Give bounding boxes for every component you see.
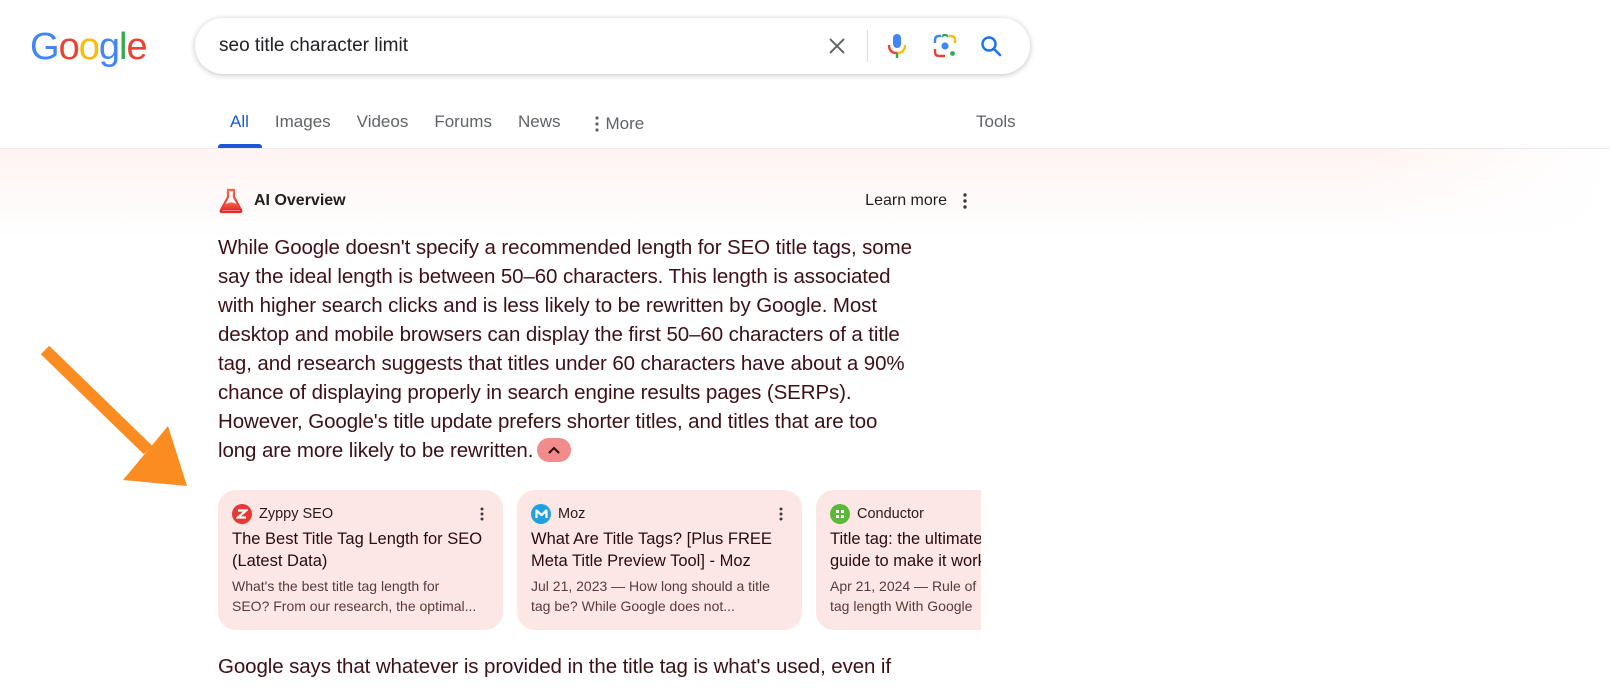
source-snippet: What's the best title tag length for SEO?… (232, 578, 477, 614)
source-card[interactable]: Conductor Title tag: the ultimate guide t… (816, 490, 981, 630)
ai-overview-continued-text: Google says that whatever is provided in… (218, 655, 891, 678)
ai-overview-line: tag, and research suggests that titles u… (218, 352, 905, 375)
source-title: Title tag: the ultimate guide to make it … (830, 530, 981, 570)
ai-overview-line: While Google doesn't specify a recommend… (218, 236, 912, 259)
more-vert-icon (595, 116, 600, 132)
ai-overview-line: long are more likely to be rewritten. (218, 439, 534, 462)
ai-overview-line: with higher search clicks and is less li… (218, 294, 877, 317)
logo-letter: g (98, 26, 120, 68)
search-tabs: All Images Videos Forums News More (218, 100, 657, 148)
learn-more-link[interactable]: Learn more (865, 192, 947, 210)
search-icon[interactable] (977, 32, 1005, 60)
source-title: What Are Title Tags? [Plus FREE Meta Titl… (531, 530, 772, 570)
ai-overview-line: chance of displaying properly in search … (218, 381, 852, 404)
source-site-name: Moz (558, 506, 586, 522)
source-site-name: Conductor (857, 506, 924, 522)
ai-overview-line: say the ideal length is between 50–60 ch… (218, 265, 891, 288)
logo-letter: o (78, 26, 100, 68)
tab-images[interactable]: Images (262, 100, 344, 148)
tools-button[interactable]: Tools (976, 100, 1016, 144)
tab-forums[interactable]: Forums (421, 100, 505, 148)
annotation-arrow-icon (40, 345, 187, 486)
flask-icon (219, 188, 243, 214)
tab-all[interactable]: All (218, 100, 262, 148)
google-lens-icon[interactable] (931, 32, 959, 60)
ai-overview-header: AI Overview Learn more (218, 186, 983, 216)
clear-icon[interactable] (823, 32, 851, 60)
source-title: The Best Title Tag Length for SEO (Latest… (232, 530, 483, 570)
source-card[interactable]: Zyppy SEO The Best Title Tag Length for … (218, 490, 503, 630)
card-menu-icon[interactable] (776, 504, 786, 524)
collapse-button[interactable] (537, 437, 572, 462)
source-cards-carousel: Zyppy SEO The Best Title Tag Length for … (218, 490, 981, 630)
logo-letter: e (126, 26, 147, 68)
ai-overview-title: AI Overview (254, 192, 346, 209)
conductor-favicon-icon (830, 504, 850, 524)
source-site-name: Zyppy SEO (259, 506, 334, 522)
google-search-results-page: Google seo title character limit All Ima… (0, 0, 1610, 700)
source-snippet: Apr 21, 2024 — Rule of tag length With Go… (830, 578, 977, 614)
zyppy-favicon-icon (232, 504, 252, 524)
logo-letter: G (30, 26, 60, 68)
moz-favicon-icon (531, 504, 551, 524)
chevron-up-icon (548, 446, 560, 454)
google-logo[interactable]: Google (30, 26, 148, 69)
logo-letter: l (118, 26, 128, 68)
search-input[interactable] (219, 18, 809, 74)
search-box (195, 18, 1030, 74)
tab-videos[interactable]: Videos (344, 100, 422, 148)
source-snippet: Jul 21, 2023 — How long should a title ta… (531, 578, 770, 614)
microphone-icon[interactable] (883, 32, 911, 60)
tab-news[interactable]: News (505, 100, 574, 148)
ai-overview-text: While Google doesn't specify a recommend… (218, 233, 988, 465)
search-box-divider (867, 30, 868, 62)
ai-overview-line-last: long are more likely to be rewritten. (218, 436, 988, 465)
card-menu-icon[interactable] (477, 504, 487, 524)
ai-overview-line: desktop and mobile browsers can display … (218, 323, 900, 346)
logo-letter: o (58, 26, 80, 68)
tab-more[interactable]: More (573, 100, 657, 148)
source-card[interactable]: Moz What Are Title Tags? [Plus FREE Meta … (517, 490, 802, 630)
ai-overview-line: However, Google's title update prefers s… (218, 410, 878, 433)
tab-more-label: More (605, 114, 645, 133)
ai-overview-menu-icon[interactable] (955, 190, 975, 212)
